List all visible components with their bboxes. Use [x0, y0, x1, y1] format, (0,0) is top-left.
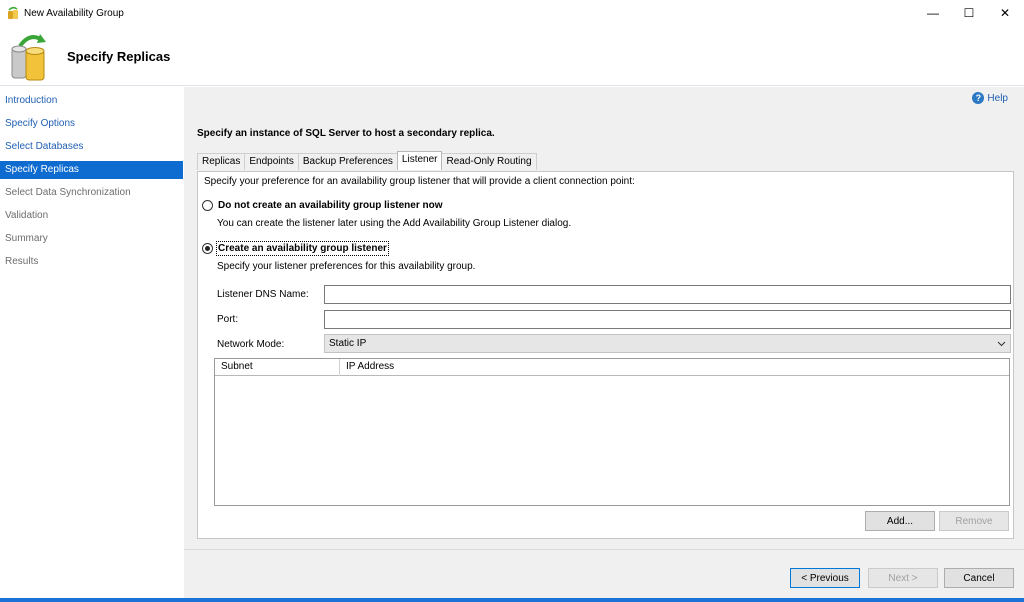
sidebar-item-specify-replicas[interactable]: Specify Replicas [0, 161, 183, 179]
maximize-button[interactable]: ☐ [950, 0, 988, 26]
port-label: Port: [217, 314, 239, 325]
listener-intro-text: Specify your preference for an availabil… [204, 176, 635, 187]
grid-column-ip-address[interactable]: IP Address [340, 359, 1009, 376]
ip-address-grid[interactable]: Subnet IP Address [214, 358, 1010, 506]
sidebar-item-select-data-synchronization: Select Data Synchronization [5, 187, 131, 198]
tab-strip: Replicas Endpoints Backup Preferences Li… [197, 151, 537, 171]
previous-button[interactable]: < Previous [790, 568, 860, 588]
availability-group-icon [8, 6, 18, 19]
close-icon: ✕ [999, 6, 1011, 20]
network-mode-select[interactable]: Static IP [324, 334, 1011, 353]
database-replica-icon [11, 34, 46, 81]
sidebar-item-summary: Summary [5, 233, 48, 244]
footer-divider [184, 549, 1024, 550]
minimize-button[interactable]: — [914, 0, 952, 26]
radio-create-listener[interactable]: Create an availability group listener [202, 241, 389, 256]
add-button[interactable]: Add... [865, 511, 935, 531]
network-mode-label: Network Mode: [217, 339, 285, 350]
window-title: New Availability Group [24, 8, 124, 19]
cancel-button[interactable]: Cancel [944, 568, 1014, 588]
maximize-icon: ☐ [963, 6, 975, 20]
tab-read-only-routing[interactable]: Read-Only Routing [441, 153, 537, 170]
no-listener-description: You can create the listener later using … [217, 218, 572, 229]
remove-button: Remove [939, 511, 1009, 531]
title-bar: New Availability Group — ☐ ✕ [0, 0, 1024, 26]
help-icon: ? [972, 92, 985, 104]
dns-name-label: Listener DNS Name: [217, 289, 309, 300]
create-listener-description: Specify your listener preferences for th… [217, 261, 476, 272]
wizard-content: ? Help Specify an instance of SQL Server… [184, 87, 1024, 598]
sidebar-item-specify-options[interactable]: Specify Options [0, 115, 183, 133]
chevron-down-icon [997, 341, 1006, 346]
radio-no-listener-label: Do not create an availability group list… [218, 200, 443, 211]
minimize-icon: — [927, 6, 939, 20]
help-link[interactable]: ? Help [972, 92, 1008, 104]
page-title: Specify Replicas [67, 49, 171, 64]
grid-column-subnet[interactable]: Subnet [215, 359, 340, 376]
wizard-header: Specify Replicas [0, 26, 1024, 86]
sidebar-item-select-databases[interactable]: Select Databases [0, 138, 183, 156]
wizard-sidebar: Introduction Specify Options Select Data… [0, 87, 183, 598]
network-mode-value: Static IP [329, 338, 367, 349]
tab-backup-preferences[interactable]: Backup Preferences [297, 153, 398, 170]
sidebar-item-introduction[interactable]: Introduction [0, 92, 183, 110]
tab-endpoints[interactable]: Endpoints [244, 153, 299, 170]
tab-listener[interactable]: Listener [396, 151, 443, 170]
help-label: Help [987, 92, 1008, 104]
radio-no-listener-circle[interactable] [202, 200, 213, 211]
next-button: Next > [868, 568, 938, 588]
close-button[interactable]: ✕ [986, 0, 1024, 26]
radio-no-listener[interactable]: Do not create an availability group list… [202, 200, 443, 211]
tab-replicas[interactable]: Replicas [197, 153, 246, 170]
port-input[interactable] [324, 310, 1011, 329]
dns-name-input[interactable] [324, 285, 1011, 304]
grid-header: Subnet IP Address [215, 359, 1009, 376]
taskbar-accent [0, 598, 1024, 602]
radio-create-listener-circle[interactable] [202, 243, 213, 254]
instruction-text: Specify an instance of SQL Server to hos… [197, 128, 495, 139]
sidebar-item-results: Results [5, 256, 39, 267]
sidebar-item-validation: Validation [5, 210, 49, 221]
radio-create-listener-label: Create an availability group listener [216, 241, 389, 256]
